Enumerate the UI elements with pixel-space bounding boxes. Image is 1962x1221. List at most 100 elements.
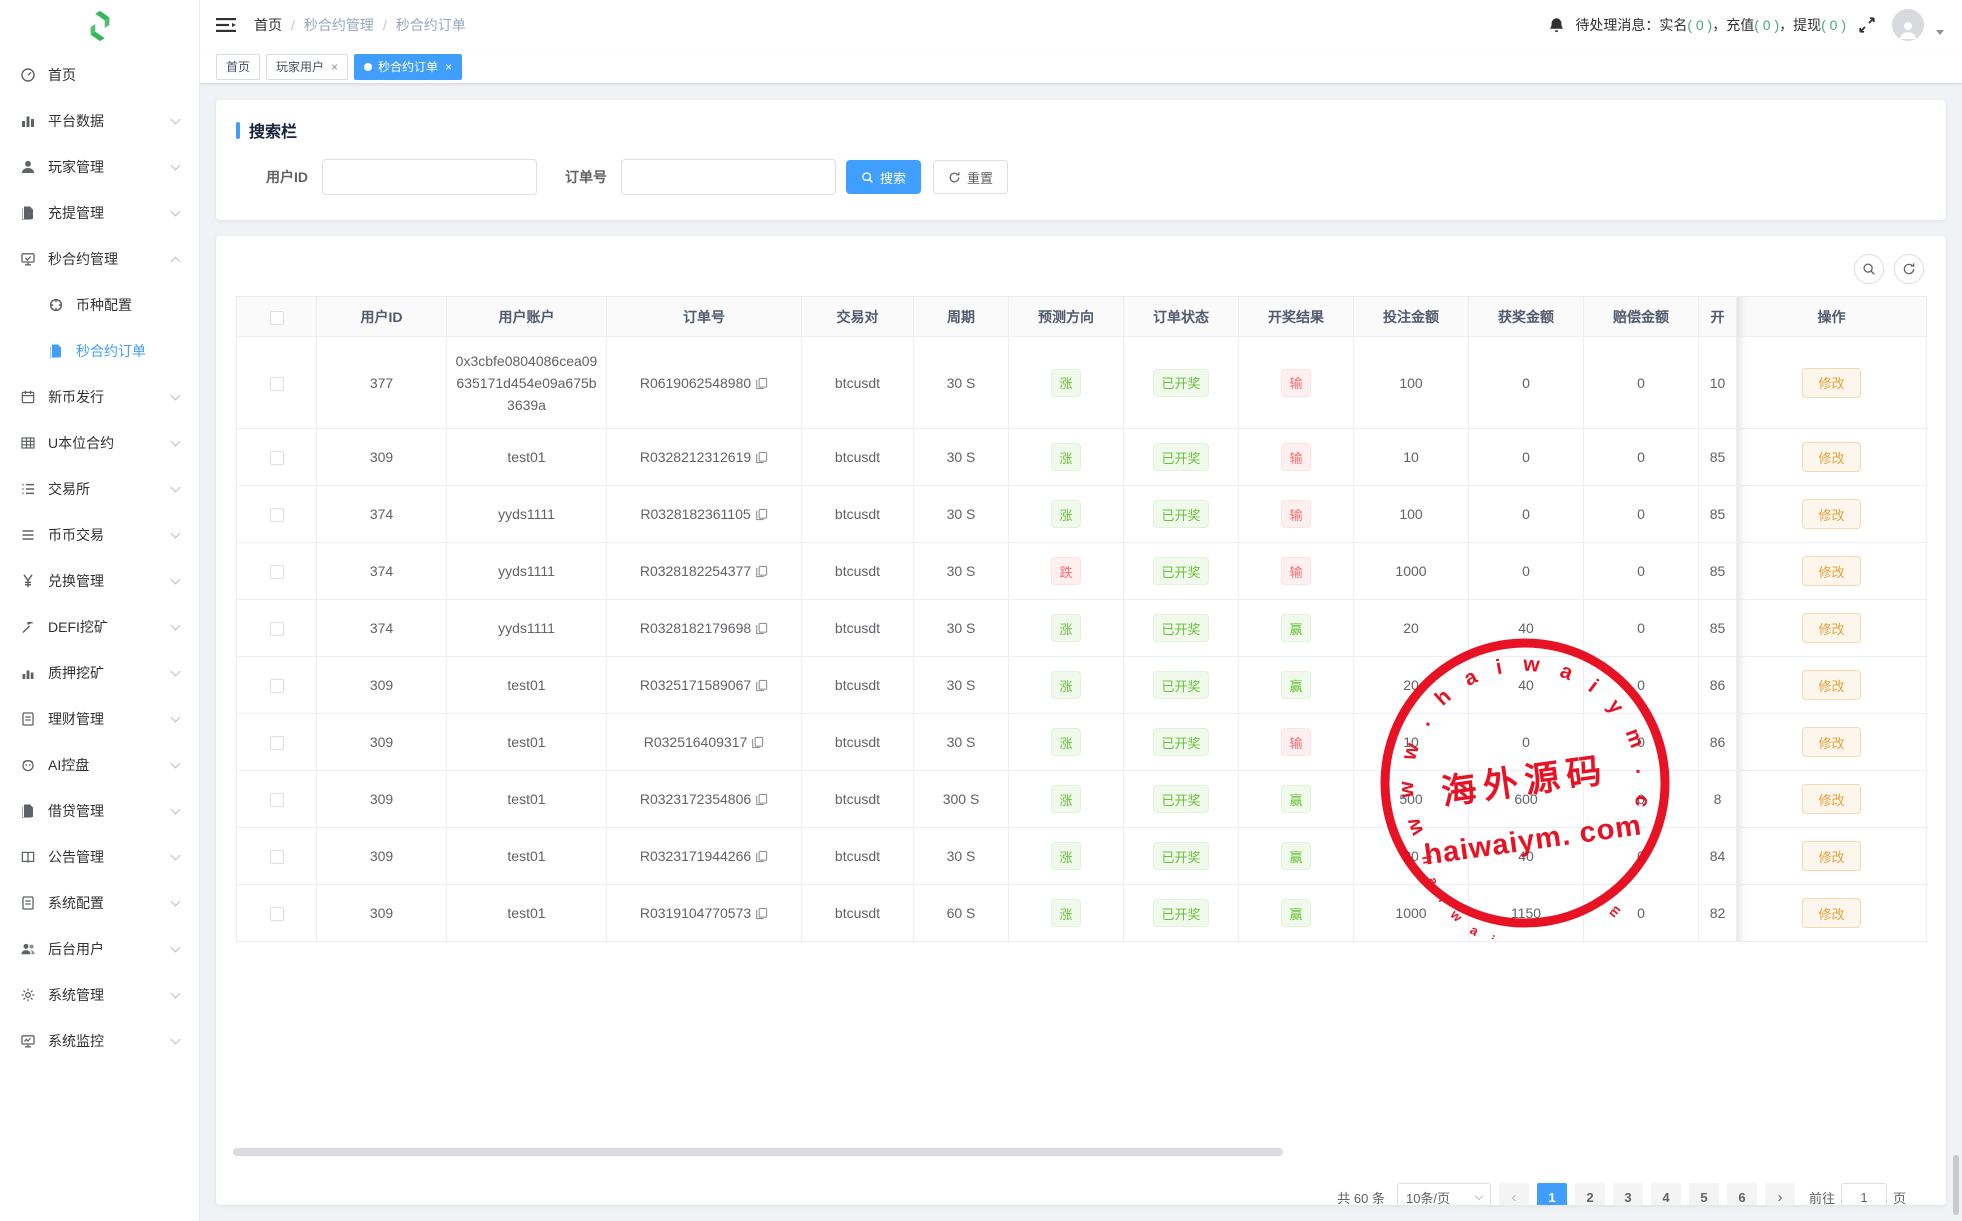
cell-period: 30 S: [914, 600, 1009, 657]
cell-bet-amount: 1000: [1354, 543, 1469, 600]
edit-button[interactable]: 修改: [1802, 841, 1860, 871]
sidebar-item-16[interactable]: 系统配置: [0, 880, 199, 926]
hamburger-icon[interactable]: [216, 17, 236, 33]
search-button[interactable]: 搜索: [846, 160, 921, 194]
row-checkbox[interactable]: [270, 793, 284, 807]
notice-item-label[interactable]: 充值: [1726, 17, 1754, 33]
sidebar-item-14[interactable]: 借贷管理: [0, 788, 199, 834]
tab-close-icon[interactable]: ×: [331, 61, 338, 73]
bell-icon[interactable]: [1548, 17, 1565, 34]
row-checkbox[interactable]: [270, 508, 284, 522]
sidebar-item-4[interactable]: 秒合约管理: [0, 236, 199, 282]
sidebar-item-19[interactable]: 系统监控: [0, 1018, 199, 1064]
page-button-2[interactable]: 2: [1575, 1183, 1605, 1205]
cell-open-price-clipped: 10: [1699, 337, 1737, 429]
notice-item-label[interactable]: 实名: [1659, 17, 1687, 33]
copy-icon[interactable]: [755, 377, 768, 390]
copy-icon[interactable]: [755, 565, 768, 578]
select-all-checkbox[interactable]: [270, 311, 284, 325]
copy-icon[interactable]: [755, 850, 768, 863]
sidebar-item-12[interactable]: 理财管理: [0, 696, 199, 742]
page-button-1[interactable]: 1: [1537, 1183, 1567, 1205]
table-refresh-tool-button[interactable]: [1894, 254, 1924, 284]
chevron-down-icon: [1475, 1191, 1483, 1199]
reset-button[interactable]: 重置: [933, 160, 1008, 194]
tag-tab-0[interactable]: 首页: [216, 54, 260, 80]
sidebar-item-label: 秒合约管理: [48, 249, 172, 269]
user-id-input[interactable]: [322, 159, 537, 195]
page-button-3[interactable]: 3: [1613, 1183, 1643, 1205]
cell-order-no: R0328182179698: [640, 620, 751, 636]
sidebar-item-8[interactable]: 币币交易: [0, 512, 199, 558]
copy-icon[interactable]: [751, 736, 764, 749]
vertical-scrollbar[interactable]: [1953, 1155, 1959, 1215]
sidebar-item-6[interactable]: U本位合约: [0, 420, 199, 466]
table-search-tool-button[interactable]: [1854, 254, 1884, 284]
sidebar-item-11[interactable]: 质押挖矿: [0, 650, 199, 696]
edit-button[interactable]: 修改: [1802, 368, 1860, 398]
row-checkbox[interactable]: [270, 565, 284, 579]
row-checkbox[interactable]: [270, 907, 284, 921]
sidebar-item-0[interactable]: 首页: [0, 52, 199, 98]
edit-button[interactable]: 修改: [1802, 670, 1860, 700]
horizontal-scrollbar[interactable]: [233, 1148, 1283, 1156]
tag-tab-1[interactable]: 玩家用户×: [266, 54, 348, 80]
tab-close-icon[interactable]: ×: [445, 61, 452, 73]
prev-page-button[interactable]: ‹: [1499, 1183, 1529, 1205]
copy-icon[interactable]: [755, 907, 768, 920]
copy-icon[interactable]: [755, 679, 768, 692]
row-checkbox[interactable]: [270, 850, 284, 864]
copy-icon[interactable]: [755, 451, 768, 464]
cell-bet-amount: 20: [1354, 828, 1469, 885]
edit-button[interactable]: 修改: [1802, 613, 1860, 643]
sidebar-subitem-4-0[interactable]: 币种配置: [0, 282, 199, 328]
sidebar-item-3[interactable]: 充提管理: [0, 190, 199, 236]
row-checkbox[interactable]: [270, 377, 284, 391]
row-checkbox[interactable]: [270, 451, 284, 465]
edit-button[interactable]: 修改: [1802, 556, 1860, 586]
sidebar-item-18[interactable]: 系统管理: [0, 972, 199, 1018]
cell-account: test01: [455, 674, 598, 696]
edit-button[interactable]: 修改: [1802, 499, 1860, 529]
calendar-icon: [20, 389, 36, 405]
sidebar-subitem-4-1[interactable]: 秒合约订单: [0, 328, 199, 374]
sidebar-item-15[interactable]: 公告管理: [0, 834, 199, 880]
goto-label: 前往: [1809, 1188, 1835, 1206]
page-button-5[interactable]: 5: [1689, 1183, 1719, 1205]
edit-button[interactable]: 修改: [1802, 727, 1860, 757]
goto-page-input[interactable]: [1841, 1183, 1887, 1205]
breadcrumb-item-0[interactable]: 首页: [254, 15, 282, 35]
fullscreen-icon[interactable]: [1858, 16, 1876, 34]
edit-button[interactable]: 修改: [1802, 442, 1860, 472]
sidebar-item-17[interactable]: 后台用户: [0, 926, 199, 972]
cell-period: 30 S: [914, 828, 1009, 885]
edit-button[interactable]: 修改: [1802, 898, 1860, 928]
notice-item-label[interactable]: 提现: [1793, 17, 1821, 33]
sidebar-item-9[interactable]: 兑换管理: [0, 558, 199, 604]
sidebar-item-1[interactable]: 平台数据: [0, 98, 199, 144]
row-checkbox[interactable]: [270, 622, 284, 636]
edit-button[interactable]: 修改: [1802, 784, 1860, 814]
copy-icon[interactable]: [755, 508, 768, 521]
page-button-4[interactable]: 4: [1651, 1183, 1681, 1205]
search-title-text: 搜索栏: [249, 118, 297, 142]
copy-icon[interactable]: [755, 622, 768, 635]
doc-copy-icon: [20, 205, 36, 221]
cell-user-id: 309: [317, 657, 447, 714]
copy-icon[interactable]: [755, 793, 768, 806]
row-checkbox[interactable]: [270, 679, 284, 693]
page-button-6[interactable]: 6: [1727, 1183, 1757, 1205]
sidebar-item-10[interactable]: DEFI挖矿: [0, 604, 199, 650]
page-size-select[interactable]: 10条/页: [1397, 1183, 1491, 1205]
sidebar-item-13[interactable]: AI控盘: [0, 742, 199, 788]
user-menu-caret-icon[interactable]: [1936, 30, 1944, 35]
sidebar-item-7[interactable]: 交易所: [0, 466, 199, 512]
sidebar-item-5[interactable]: 新币发行: [0, 374, 199, 420]
cell-account: yyds1111: [455, 617, 598, 639]
sidebar-item-2[interactable]: 玩家管理: [0, 144, 199, 190]
tag-tab-2[interactable]: 秒合约订单×: [354, 54, 462, 80]
order-no-input[interactable]: [621, 159, 836, 195]
avatar[interactable]: [1892, 9, 1924, 41]
row-checkbox[interactable]: [270, 736, 284, 750]
next-page-button[interactable]: ›: [1765, 1183, 1795, 1205]
